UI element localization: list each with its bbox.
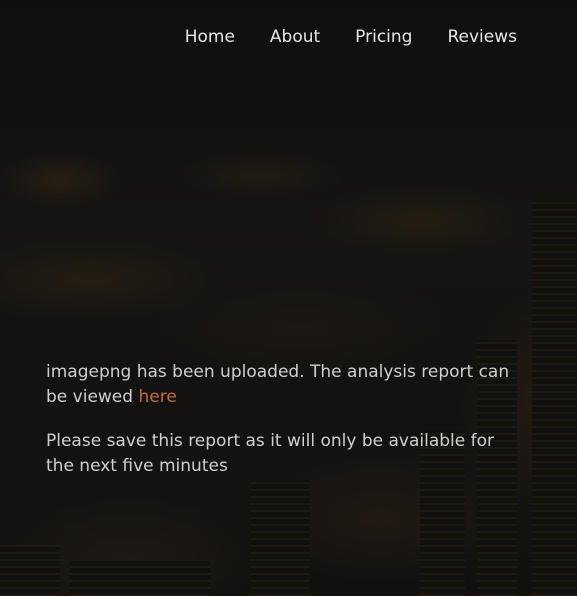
nav-link-about[interactable]: About	[270, 26, 320, 48]
background-overlay	[0, 0, 577, 596]
nav-link-home[interactable]: Home	[185, 26, 235, 48]
top-navigation: Home About Pricing Reviews	[0, 0, 577, 88]
upload-status-text: imagepng has been uploaded. The analysis…	[46, 360, 521, 410]
nav-link-pricing[interactable]: Pricing	[355, 26, 412, 48]
upload-message: imagepng has been uploaded. The analysis…	[46, 360, 521, 498]
nav-link-reviews[interactable]: Reviews	[447, 26, 517, 48]
save-notice-text: Please save this report as it will only …	[46, 431, 494, 476]
upload-status-label: imagepng has been uploaded. The analysis…	[46, 362, 510, 407]
report-link[interactable]: here	[138, 387, 176, 407]
city-background-image	[0, 0, 577, 596]
nav-menu: Home About Pricing Reviews	[185, 26, 517, 48]
